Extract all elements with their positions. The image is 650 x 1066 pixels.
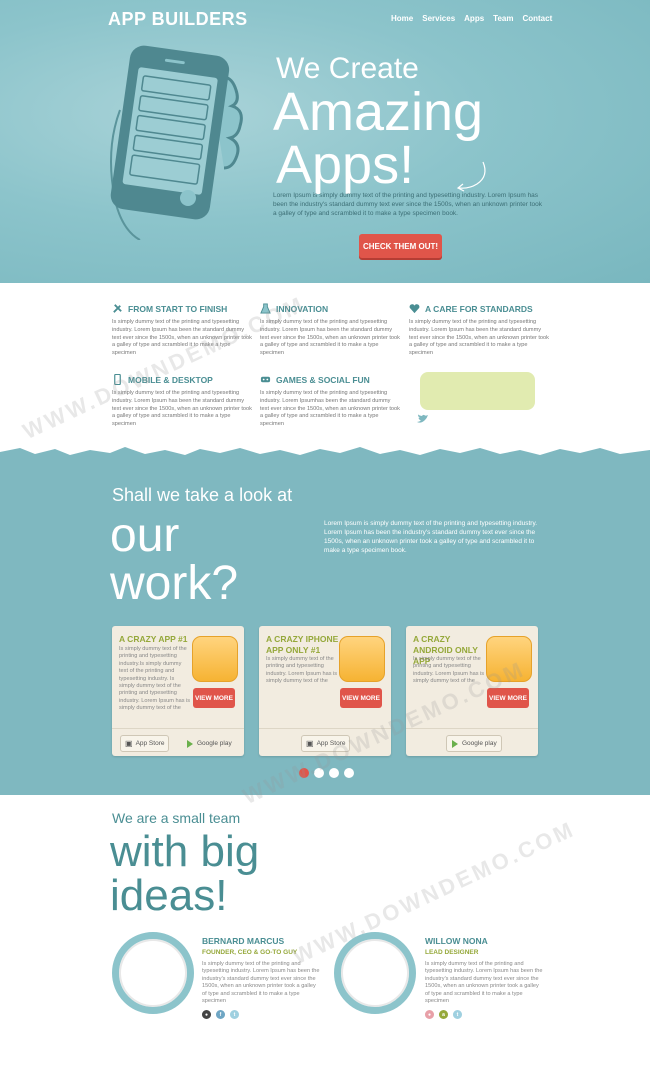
card-footer: ▣ App Store [259,728,391,756]
hero-title-line1: Amazing [273,82,484,142]
store-label: App Store [316,740,346,747]
feature-text: Is simply dummy text of the printing and… [112,390,252,428]
feature-games-social: GAMES & SOCIAL FUN Is simply dummy text … [260,374,400,429]
app-card: A CRAZY ANDROID ONLY APP Is simply dummy… [406,626,538,756]
social-links: ● f t [202,1010,239,1019]
carousel-dot-1[interactable] [299,768,309,778]
heart-icon [409,304,420,314]
twitter-icon[interactable]: t [453,1010,462,1019]
hero-description: Lorem Ipsum is simply dummy text of the … [273,192,542,217]
feature-title: INNOVATION [276,303,329,314]
app-card: A CRAZY APP #1 Is simply dummy text of t… [112,626,244,756]
member-name: BERNARD MARCUS [202,936,285,946]
feature-start-to-finish: FROM START TO FINISH Is simply dummy tex… [112,303,252,358]
feature-text: Is simply dummy text of the printing and… [260,390,400,428]
work-title-line1: our [110,509,180,562]
google-play-icon [187,739,193,748]
nav-services[interactable]: Services [422,14,455,23]
work-section: Shall we take a look at our work? Lorem … [0,462,650,795]
hero-section: APP BUILDERS Home Services Apps Team Con… [0,0,650,283]
feature-innovation: INNOVATION Is simply dummy text of the p… [260,303,400,358]
app-card-title: A CRAZY IPHONE APP ONLY #1 [266,634,339,655]
app-card: A CRAZY IPHONE APP ONLY #1 Is simply dum… [259,626,391,756]
mobile-icon [114,374,121,385]
nav-contact[interactable]: Contact [522,14,552,23]
carousel-dot-3[interactable] [329,768,339,778]
hero-subtitle: We Create [276,52,419,85]
work-title-line2: work? [110,557,239,610]
app-card-text: Is simply dummy text of the printing and… [266,656,338,685]
flask-icon [260,303,271,314]
avatar [334,932,416,1014]
main-nav: Home Services Apps Team Contact [391,14,552,23]
dribbble-icon[interactable]: ● [425,1010,434,1019]
google-play-badge[interactable]: Google play [446,735,502,752]
member-bio: Is simply dummy text of the printing and… [202,961,320,1005]
feature-title: GAMES & SOCIAL FUN [276,374,370,385]
store-label: App Store [135,740,165,747]
twitter-bird-icon[interactable] [417,414,429,424]
view-more-button[interactable]: VIEW MORE [340,688,382,708]
app-icon [486,636,532,682]
google-play-badge[interactable]: Google play [182,735,236,752]
site-logo[interactable]: APP BUILDERS [108,9,248,30]
apple-icon: ▣ [306,739,314,748]
team-title-line2: ideas! [110,871,228,920]
feature-text: Is simply dummy text of the printing and… [260,319,400,357]
tweet-bubble [420,372,535,410]
work-subtitle: Shall we take a look at [112,485,293,505]
store-label: Google play [462,740,497,747]
torn-paper-divider [0,447,650,464]
github-icon[interactable]: ● [202,1010,211,1019]
feature-care-for-standards: A CARE FOR STANDARDS Is simply dummy tex… [409,303,549,358]
feature-text: Is simply dummy text of the printing and… [409,319,549,357]
avatar [112,932,194,1014]
social-links: ● a t [425,1010,462,1019]
google-play-icon [452,739,458,748]
feature-title: A CARE FOR STANDARDS [425,303,533,314]
team-subtitle: We are a small team [112,810,241,826]
gamepad-icon [260,376,271,383]
work-description: Lorem Ipsum is simply dummy text of the … [324,520,538,554]
facebook-icon[interactable]: f [216,1010,225,1019]
hero-title-line2: Apps! [276,135,415,195]
card-footer: Google play [406,728,538,756]
store-label: Google play [197,740,232,747]
member-bio: Is simply dummy text of the printing and… [425,961,543,1005]
app-store-badge[interactable]: ▣ App Store [120,735,170,752]
apple-icon: ▣ [125,739,133,748]
team-section: We are a small team with big ideas! BERN… [0,795,650,1066]
feature-title: FROM START TO FINISH [128,303,228,314]
app-card-text: Is simply dummy text of the printing and… [413,656,485,685]
carousel-dots [299,768,354,778]
tools-icon [113,304,122,313]
app-store-badge[interactable]: ▣ App Store [301,735,351,752]
member-name: WILLOW NONA [425,936,488,946]
feature-mobile-desktop: MOBILE & DESKTOP Is simply dummy text of… [112,374,252,429]
page: APP BUILDERS Home Services Apps Team Con… [0,0,650,1066]
nav-team[interactable]: Team [493,14,513,23]
hand-holding-phone-illustration [110,45,243,240]
app-icon [339,636,385,682]
app-card-text: Is simply dummy text of the printing and… [119,646,191,712]
member-role: FOUNDER, CEO & GO-TO GUY [202,949,298,956]
team-title-line1: with big [110,827,260,876]
carousel-dot-4[interactable] [344,768,354,778]
features-section: FROM START TO FINISH Is simply dummy tex… [0,283,650,453]
card-footer: ▣ App Store Google play [112,728,244,756]
app-icon [192,636,238,682]
check-them-out-button[interactable]: CHECK THEM OUT! [359,234,442,258]
view-more-button[interactable]: VIEW MORE [487,688,529,708]
member-role: LEAD DESIGNER [425,949,479,956]
android-icon[interactable]: a [439,1010,448,1019]
feature-title: MOBILE & DESKTOP [128,374,213,385]
app-card-title: A CRAZY APP #1 [119,634,188,644]
carousel-dot-2[interactable] [314,768,324,778]
view-more-button[interactable]: VIEW MORE [193,688,235,708]
nav-apps[interactable]: Apps [464,14,484,23]
feature-text: Is simply dummy text of the printing and… [112,319,252,357]
twitter-icon[interactable]: t [230,1010,239,1019]
nav-home[interactable]: Home [391,14,413,23]
